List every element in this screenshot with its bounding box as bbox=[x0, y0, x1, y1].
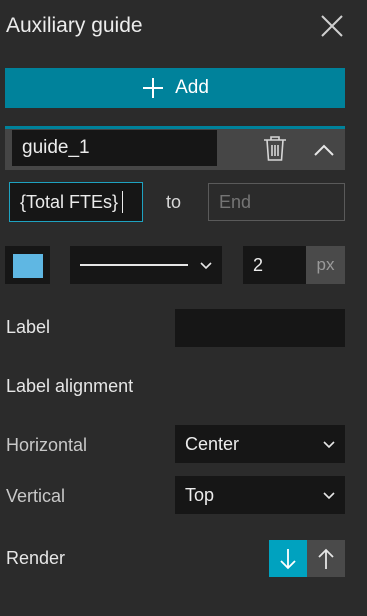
render-above-button[interactable] bbox=[307, 540, 345, 577]
trash-icon bbox=[264, 136, 286, 161]
render-below-button[interactable] bbox=[269, 540, 307, 577]
close-button[interactable] bbox=[318, 12, 346, 40]
delete-guide-button[interactable] bbox=[262, 134, 288, 162]
add-button[interactable]: Add bbox=[5, 68, 345, 108]
close-icon bbox=[321, 15, 343, 37]
guide-name-input[interactable] bbox=[12, 130, 217, 166]
color-swatch bbox=[13, 254, 43, 278]
horizontal-alignment-select[interactable]: Center bbox=[175, 425, 345, 463]
collapse-guide-button[interactable] bbox=[312, 140, 336, 160]
chevron-down-icon bbox=[323, 441, 335, 449]
line-style-select[interactable] bbox=[70, 246, 222, 284]
horizontal-alignment-value: Center bbox=[185, 433, 240, 454]
vertical-alignment-value: Top bbox=[185, 484, 215, 505]
label-input[interactable] bbox=[175, 309, 345, 347]
text-cursor bbox=[122, 191, 124, 213]
label-alignment-heading: Label alignment bbox=[6, 376, 134, 396]
color-picker-button[interactable] bbox=[5, 246, 50, 284]
render-label: Render bbox=[6, 548, 66, 568]
arrow-up-icon bbox=[318, 548, 334, 569]
line-width-input[interactable]: 2 bbox=[243, 246, 306, 284]
horizontal-label: Horizontal bbox=[6, 435, 88, 455]
vertical-label: Vertical bbox=[6, 486, 66, 506]
arrow-down-icon bbox=[280, 548, 296, 569]
label-field-label: Label bbox=[6, 317, 51, 337]
panel-title: Auxiliary guide bbox=[6, 14, 143, 37]
end-value-input[interactable] bbox=[208, 183, 345, 221]
start-value-input[interactable]: {Total FTEs} bbox=[9, 182, 143, 222]
vertical-alignment-select[interactable]: Top bbox=[175, 476, 345, 514]
start-value-text: {Total FTEs} bbox=[20, 191, 119, 212]
chevron-down-icon bbox=[200, 262, 212, 270]
chevron-down-icon bbox=[323, 492, 335, 500]
chevron-up-icon bbox=[314, 144, 334, 156]
line-style-preview bbox=[80, 264, 188, 266]
add-button-label: Add bbox=[175, 77, 209, 98]
range-separator: to bbox=[166, 192, 182, 212]
plus-icon bbox=[143, 78, 164, 98]
line-width-unit: px bbox=[306, 246, 345, 284]
